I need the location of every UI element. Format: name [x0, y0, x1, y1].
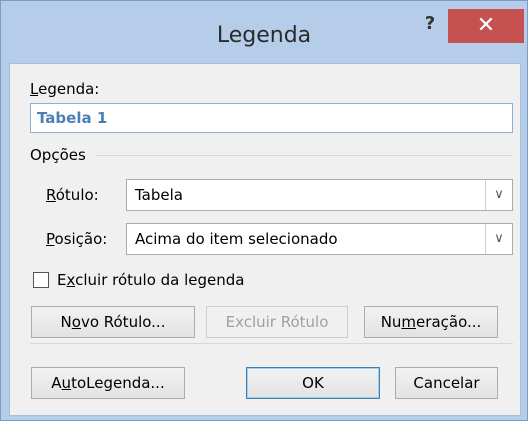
rotulo-label: Rótulo: — [46, 186, 99, 204]
options-divider — [95, 155, 513, 156]
rotulo-select[interactable]: Tabela ∨ — [126, 179, 513, 211]
exclude-label-checkbox-label[interactable]: Excluir rótulo da legenda — [57, 271, 245, 289]
autocaption-button[interactable]: AutoLegenda... — [31, 367, 185, 399]
posicao-selected-value: Acima do item selecionado — [135, 230, 338, 248]
close-icon: ✕ — [476, 13, 496, 38]
new-label-button[interactable]: Novo Rótulo... — [31, 306, 195, 338]
caption-label: Legenda: — [30, 80, 100, 98]
posicao-label: Posição: — [46, 230, 108, 248]
posicao-select[interactable]: Acima do item selecionado ∨ — [126, 223, 513, 255]
help-icon[interactable]: ? — [415, 11, 445, 37]
bottom-divider — [30, 343, 513, 344]
title-bar[interactable]: Legenda ? ✕ — [1, 1, 527, 63]
chevron-down-icon[interactable]: ∨ — [485, 224, 512, 254]
cancel-button[interactable]: Cancelar — [395, 367, 498, 399]
delete-label-button[interactable]: Excluir Rótulo — [206, 306, 348, 338]
rotulo-selected-value: Tabela — [135, 186, 183, 204]
numbering-button[interactable]: Numeração... — [364, 306, 498, 338]
exclude-label-checkbox[interactable] — [33, 272, 49, 288]
options-group-title: Opções — [30, 146, 86, 164]
caption-input[interactable] — [31, 105, 513, 131]
ok-button[interactable]: OK — [246, 367, 380, 399]
close-button[interactable]: ✕ — [448, 9, 524, 43]
caption-field[interactable] — [30, 103, 513, 133]
chevron-down-icon[interactable]: ∨ — [485, 180, 512, 210]
